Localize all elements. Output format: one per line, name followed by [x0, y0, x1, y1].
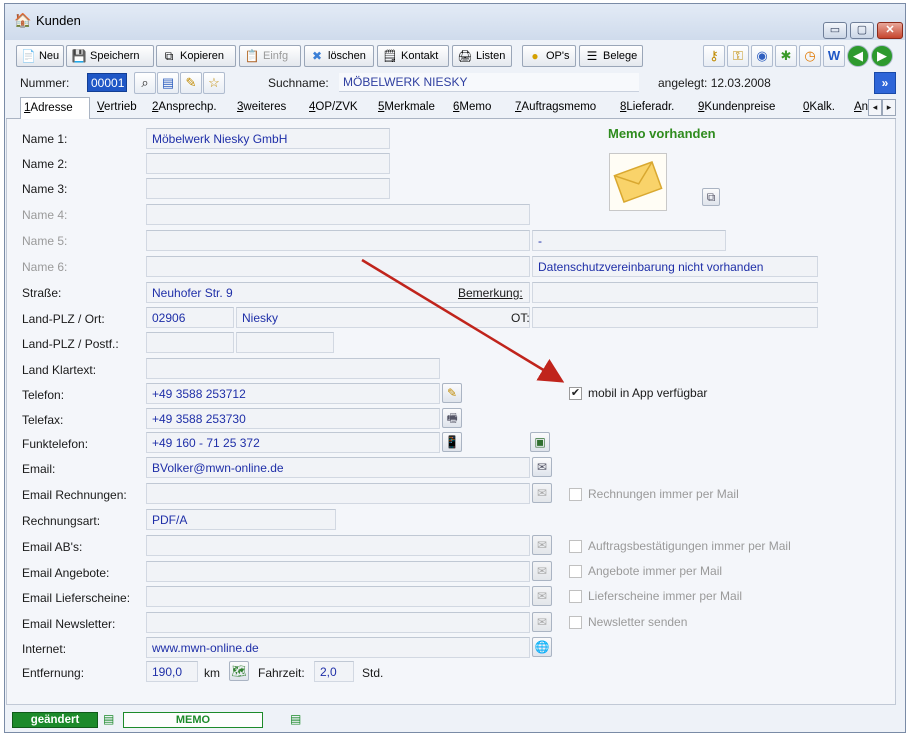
- annotation-arrow: [361, 258, 565, 383]
- changed-status-badge: geändert: [12, 712, 98, 728]
- memo-status-badge[interactable]: MEMO: [123, 712, 263, 728]
- status-bar: geändert ▤ MEMO ▤: [6, 710, 896, 728]
- status-memo-icon[interactable]: ▤: [290, 712, 304, 727]
- status-list-icon[interactable]: ▤: [103, 712, 117, 727]
